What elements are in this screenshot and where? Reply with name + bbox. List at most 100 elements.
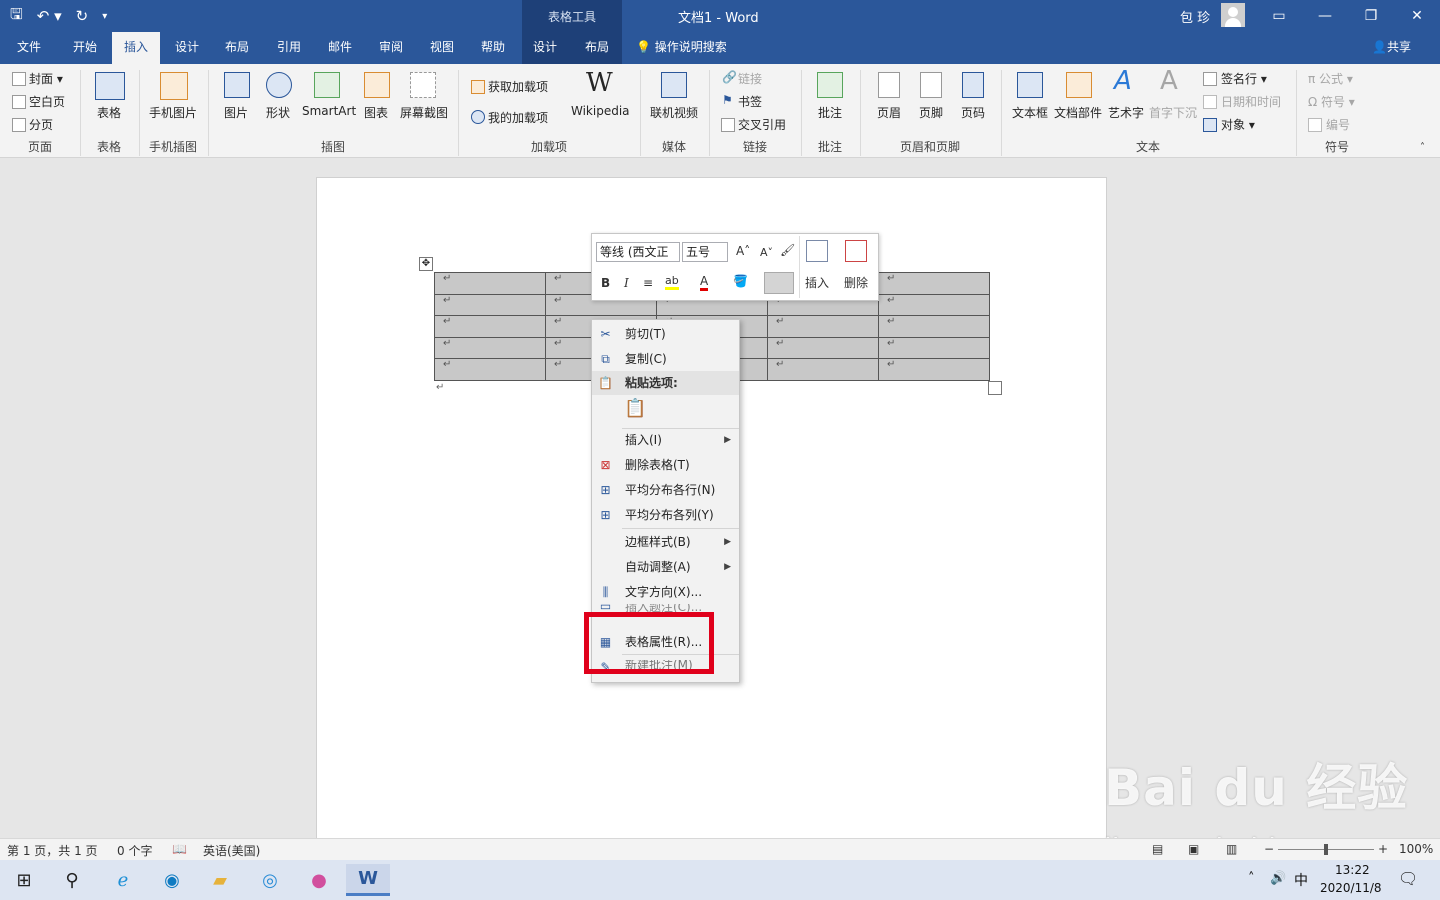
share-button[interactable]: 👤共享	[1372, 32, 1411, 64]
menu-item-cut[interactable]: ✂ 剪切(T)	[592, 322, 739, 346]
object-button[interactable]: 对象 ▾	[1221, 116, 1255, 133]
equation-button[interactable]: π 公式 ▾	[1308, 70, 1353, 87]
avatar[interactable]	[1221, 3, 1245, 27]
table-cell[interactable]: ↵	[878, 358, 990, 381]
redo-icon[interactable]: ↻	[76, 7, 89, 25]
picture-button[interactable]: 图片	[224, 104, 248, 121]
cover-page-button[interactable]: 封面 ▾	[29, 70, 63, 87]
footer-button[interactable]: 页脚	[919, 104, 943, 121]
table-cell[interactable]: ↵	[434, 293, 546, 317]
delete-button[interactable]: 删除	[844, 274, 868, 291]
date-time-button[interactable]: 日期和时间	[1221, 93, 1281, 110]
tab-help[interactable]: 帮助	[470, 32, 516, 64]
table-cell[interactable]: ↵	[878, 315, 990, 338]
page-count[interactable]: 第 1 页，共 1 页	[7, 842, 98, 859]
menu-item-insert[interactable]: 插入(I) ▶	[592, 428, 739, 452]
tell-me-search[interactable]: 💡 操作说明搜索	[636, 32, 727, 64]
tab-review[interactable]: 审阅	[368, 32, 414, 64]
comment-button[interactable]: 批注	[818, 104, 842, 121]
close-icon[interactable]: ✕	[1394, 0, 1440, 32]
bookmark-button[interactable]: 书签	[738, 93, 762, 110]
customize-qat-icon[interactable]: ▾	[102, 11, 107, 22]
menu-item-border-styles[interactable]: 边框样式(B) ▶	[592, 530, 739, 554]
phone-picture-button[interactable]: 手机图片	[149, 104, 197, 121]
menu-item-distribute-columns[interactable]: ⊞ 平均分布各列(Y)	[592, 503, 739, 527]
tab-home[interactable]: 开始	[60, 32, 110, 64]
notification-icon[interactable]: 🗨	[1398, 869, 1418, 888]
smartart-button[interactable]: SmartArt	[302, 104, 356, 118]
tab-file[interactable]: 文件	[6, 32, 52, 64]
web-layout-icon[interactable]: ▥	[1226, 842, 1237, 856]
table-move-handle-icon[interactable]: ✥	[419, 257, 433, 271]
get-addins-button[interactable]: 获取加载项	[488, 78, 548, 95]
menu-item-copy[interactable]: ⧉ 复制(C)	[592, 347, 739, 371]
borders-icon[interactable]	[764, 272, 794, 294]
read-mode-icon[interactable]: ▤	[1152, 842, 1163, 856]
table-cell[interactable]: ↵	[878, 272, 990, 295]
table-resize-handle[interactable]	[988, 381, 1002, 395]
font-name-combo[interactable]: 等线 (西文正	[596, 242, 680, 262]
ie-browser-icon[interactable]: ℯ	[101, 864, 145, 896]
table-cell[interactable]: ↵	[434, 315, 546, 338]
menu-item-distribute-rows[interactable]: ⊞ 平均分布各行(N)	[592, 478, 739, 502]
clock-date[interactable]: 2020/11/8	[1320, 881, 1382, 895]
tab-mailings[interactable]: 邮件	[317, 32, 363, 64]
textbox-button[interactable]: 文本框	[1012, 104, 1048, 121]
link-button[interactable]: 链接	[738, 70, 762, 87]
table-cell[interactable]: ↵	[434, 336, 546, 360]
table-cell[interactable]: ↵	[878, 336, 990, 360]
font-color-icon[interactable]: A	[700, 274, 709, 291]
tray-expand-icon[interactable]: ˄	[1248, 871, 1255, 886]
italic-button[interactable]: I	[624, 276, 629, 290]
word-taskbar-icon[interactable]: W	[346, 864, 390, 896]
menu-item-delete-table[interactable]: ⊠ 删除表格(T)	[592, 453, 739, 477]
tab-design[interactable]: 设计	[164, 32, 210, 64]
undo-icon[interactable]: ↶ ▾	[37, 7, 62, 25]
chart-button[interactable]: 图表	[364, 104, 388, 121]
search-icon[interactable]: ⚲	[50, 864, 94, 896]
header-button[interactable]: 页眉	[877, 104, 901, 121]
save-icon[interactable]: 🖫	[10, 4, 23, 29]
user-name[interactable]: 包 珍	[1180, 7, 1210, 26]
windows-start-icon[interactable]: ⊞	[2, 864, 46, 896]
shading-icon[interactable]: 🪣	[733, 274, 748, 288]
table-cell[interactable]: ↵	[767, 336, 879, 360]
my-addins-button[interactable]: 我的加载项	[488, 109, 548, 126]
format-painter-icon[interactable]: 🖌	[780, 243, 795, 257]
quick-parts-button[interactable]: 文档部件	[1054, 104, 1102, 121]
clock-time[interactable]: 13:22	[1335, 863, 1370, 877]
highlight-icon[interactable]: ab	[665, 274, 679, 290]
table-cell[interactable]: ↵	[767, 358, 879, 381]
wikipedia-button[interactable]: Wikipedia	[571, 104, 630, 118]
online-video-button[interactable]: 联机视频	[650, 104, 698, 121]
volume-icon[interactable]: 🔊	[1270, 871, 1286, 886]
collapse-ribbon-icon[interactable]: ˄	[1420, 142, 1425, 153]
blank-page-button[interactable]: 空白页	[29, 93, 65, 110]
menu-item-autofit[interactable]: 自动调整(A) ▶	[592, 555, 739, 579]
paste-keep-source-button[interactable]: 📋	[592, 398, 739, 426]
restore-icon[interactable]: ❐	[1348, 0, 1394, 32]
table-cell[interactable]: ↵	[434, 358, 546, 381]
drop-cap-button[interactable]: 首字下沉	[1149, 104, 1197, 121]
word-count[interactable]: 0 个字	[117, 842, 152, 859]
tab-view[interactable]: 视图	[419, 32, 465, 64]
proofing-icon[interactable]: 📖	[172, 842, 187, 856]
symbol-button[interactable]: Ω 符号 ▾	[1308, 93, 1355, 110]
center-align-icon[interactable]: ≡	[643, 276, 653, 290]
grow-font-icon[interactable]: A˄	[736, 244, 750, 258]
bold-button[interactable]: B	[601, 276, 610, 290]
shrink-font-icon[interactable]: A˅	[760, 246, 773, 259]
zoom-slider-thumb[interactable]	[1324, 844, 1328, 855]
table-cell[interactable]: ↵	[434, 272, 546, 295]
page-number-button[interactable]: 页码	[961, 104, 985, 121]
page-break-button[interactable]: 分页	[29, 116, 53, 133]
print-layout-icon[interactable]: ▣	[1188, 842, 1199, 856]
minimize-icon[interactable]: —	[1302, 0, 1348, 32]
cross-reference-button[interactable]: 交叉引用	[738, 116, 786, 133]
tab-insert[interactable]: 插入	[112, 32, 160, 64]
language-status[interactable]: 英语(美国)	[203, 842, 260, 859]
signature-line-button[interactable]: 签名行 ▾	[1221, 70, 1267, 87]
table-cell[interactable]: ↵	[878, 293, 990, 317]
table-cell[interactable]: ↵	[767, 315, 879, 338]
file-explorer-icon[interactable]: ▰	[198, 864, 242, 896]
